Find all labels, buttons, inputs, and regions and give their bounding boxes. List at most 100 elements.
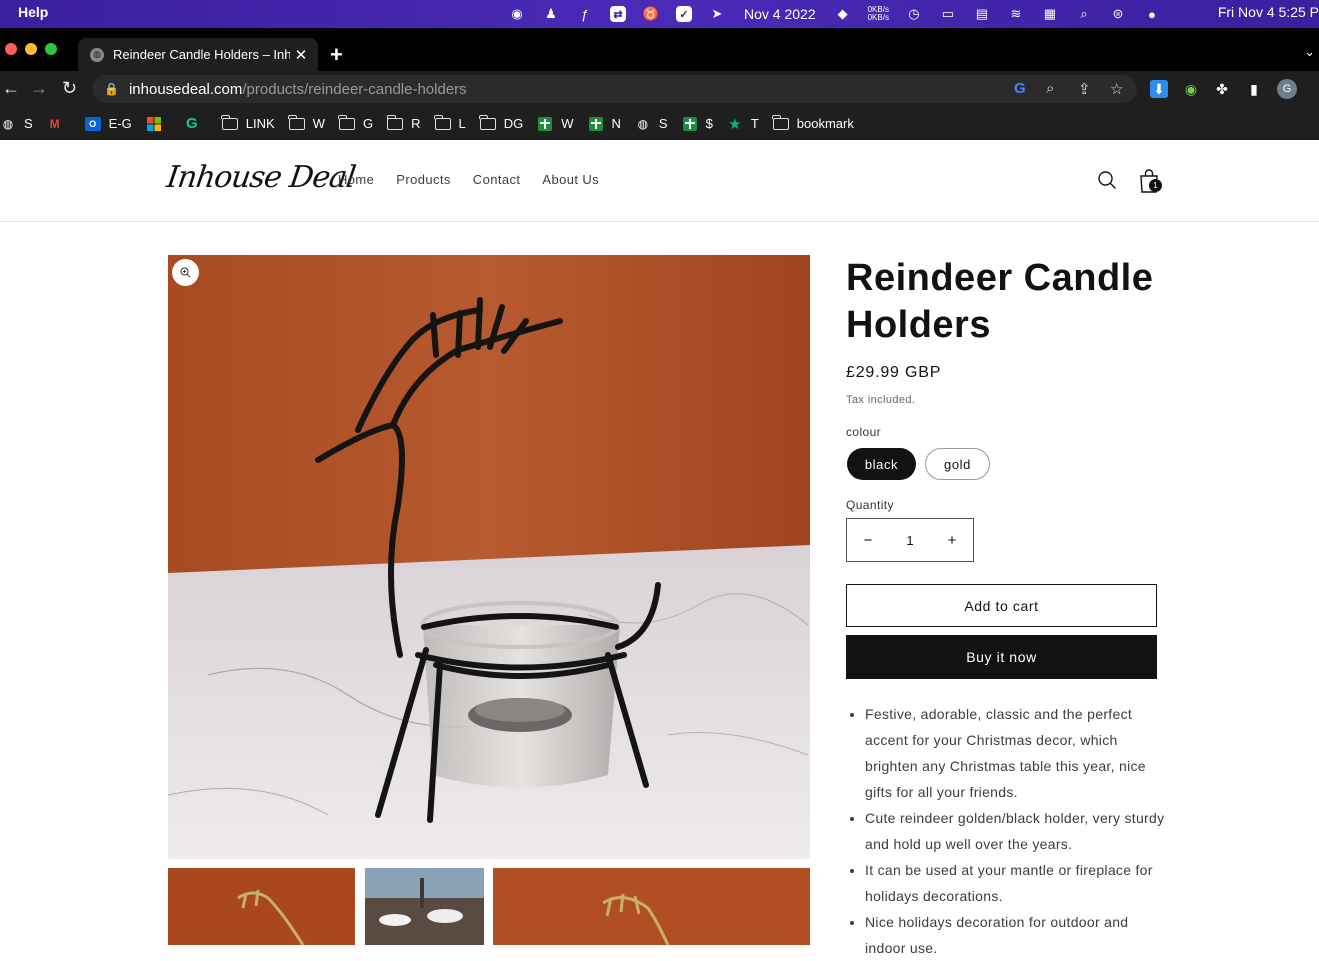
address-bar[interactable]: 🔒 inhousedeal.com/products/reindeer-cand… — [92, 75, 1137, 103]
quantity-increase-button[interactable]: + — [931, 532, 973, 549]
teamviewer-icon[interactable]: ⇄ — [610, 6, 626, 22]
bookmarks-bar: ◍ S M O E-G G LINK W G R L DG W N ◍ S $ ★ T … — [0, 107, 1319, 140]
bookmark-item[interactable]: M — [47, 117, 71, 131]
bookmark-label: G — [362, 116, 374, 131]
wifi-icon[interactable]: ≋ — [1007, 6, 1025, 22]
us-flag-icon[interactable]: ▤ — [973, 6, 991, 22]
bookmark-item[interactable] — [146, 116, 170, 131]
time-machine-icon[interactable]: ◷ — [905, 6, 923, 22]
nav-about-us[interactable]: About Us — [542, 172, 599, 187]
quantity-decrease-button[interactable]: − — [847, 532, 889, 549]
bookmark-item[interactable]: R — [386, 114, 421, 131]
gold-reindeer-thumbnail-photo — [237, 889, 305, 945]
reload-icon[interactable]: ↻ — [62, 78, 77, 99]
bookmark-label: S — [24, 116, 33, 131]
google-icon[interactable]: G — [1014, 80, 1026, 97]
share-icon[interactable]: ⇪ — [1078, 80, 1091, 98]
bookmark-item[interactable]: ★ T — [727, 116, 759, 133]
bookmark-item[interactable]: ◍ S — [0, 116, 33, 131]
bookmark-item[interactable]: W — [288, 114, 325, 131]
sheets-icon — [537, 116, 553, 131]
bookmark-item[interactable]: LINK — [221, 114, 275, 131]
description-bullet: It can be used at your mantle or firepla… — [865, 857, 1166, 909]
window-zoom-button[interactable] — [45, 43, 57, 55]
folder-icon — [288, 114, 305, 131]
zoom-icon[interactable]: ⌕ — [1046, 80, 1054, 97]
cow-icon[interactable]: ♉ — [642, 6, 660, 22]
tab-close-icon[interactable]: ✕ — [290, 46, 312, 64]
colour-option-black[interactable]: black — [847, 448, 916, 480]
window-minimize-button[interactable] — [25, 43, 37, 55]
cat-icon[interactable]: ◆ — [834, 6, 852, 22]
bookmark-item[interactable]: G — [184, 115, 208, 132]
store-logo[interactable]: Inhouse Deal — [165, 160, 358, 195]
bookmark-label: LINK — [245, 116, 275, 131]
buy-it-now-button[interactable]: Buy it now — [846, 635, 1157, 679]
arrow-circle-icon[interactable]: ➤ — [708, 6, 726, 22]
menu-help[interactable]: Help — [18, 4, 48, 20]
new-tab-button[interactable]: + — [330, 42, 343, 68]
description-bullet: Nice holidays decoration for outdoor and… — [865, 909, 1166, 961]
script-icon[interactable]: ƒ — [576, 6, 594, 22]
bookmark-item[interactable]: W — [537, 116, 574, 131]
url-path: /products/reindeer-candle-holders — [242, 80, 467, 98]
quantity-input[interactable]: 1 — [889, 533, 931, 548]
product-thumbnail[interactable] — [168, 868, 355, 945]
grammarly-icon: G — [185, 115, 198, 132]
nav-products[interactable]: Products — [396, 172, 451, 187]
globe-icon: ◍ — [2, 116, 14, 131]
bookmark-item[interactable]: O E-G — [84, 116, 132, 131]
bookmark-label: bookmark — [796, 116, 854, 131]
folder-icon — [772, 114, 789, 131]
qq-icon[interactable]: ♟ — [542, 6, 560, 22]
bookmark-label: E-G — [108, 116, 132, 131]
outlook-icon: O — [84, 116, 101, 131]
forward-arrow-icon[interactable]: → — [30, 78, 48, 99]
bookmark-item[interactable]: L — [433, 114, 466, 131]
color-extension-icon[interactable]: ◉ — [1182, 80, 1200, 98]
keyboard-icon[interactable]: ▦ — [1041, 6, 1059, 22]
tab-search-chevron-icon[interactable]: ⌄ — [1304, 44, 1315, 60]
network-speed[interactable]: 0KB/s 0KB/s — [868, 6, 889, 22]
product-thumbnail[interactable] — [365, 868, 484, 945]
globe-icon: ◍ — [637, 116, 649, 131]
spotlight-search-icon[interactable]: ⌕ — [1075, 6, 1093, 22]
bookmark-star-icon[interactable]: ☆ — [1110, 80, 1123, 98]
colour-option-gold[interactable]: gold — [925, 448, 990, 480]
quantity-label: Quantity — [846, 498, 894, 512]
battery-icon[interactable]: ▭ — [939, 6, 957, 22]
quantity-stepper: − 1 + — [846, 518, 974, 562]
extensions-puzzle-icon[interactable]: ✤ — [1213, 80, 1231, 98]
browser-tab-active[interactable]: ◍ Reindeer Candle Holders – Inhouse Deal… — [78, 38, 318, 71]
bookmark-item[interactable]: G — [338, 114, 374, 131]
menubar-date[interactable]: Nov 4 2022 — [744, 6, 816, 22]
control-center-icon[interactable]: ⊜ — [1109, 6, 1127, 22]
product-thumbnail[interactable] — [493, 868, 810, 945]
profile-avatar[interactable]: G — [1277, 79, 1297, 99]
bookmark-item[interactable]: $ — [682, 116, 713, 131]
menubar-clock[interactable]: Fri Nov 4 5:25 P — [1218, 4, 1319, 20]
side-panel-icon[interactable]: ▮ — [1245, 80, 1263, 98]
product-main-image[interactable] — [168, 255, 810, 859]
colour-option-label: colour — [846, 425, 882, 439]
bookmark-item[interactable]: DG — [479, 114, 523, 131]
bookmark-item[interactable]: bookmark — [772, 114, 854, 131]
bookmark-item[interactable]: N — [588, 116, 621, 131]
lock-icon[interactable]: 🔒 — [104, 82, 119, 96]
status-tray: ◉ ♟ ƒ ⇄ ♉ ✓ ➤ Nov 4 2022 ◆ 0KB/s 0KB/s ◷ … — [500, 0, 1169, 28]
download-extension-icon[interactable]: ⬇ — [1150, 80, 1168, 98]
wechat-icon[interactable]: ◉ — [508, 6, 526, 22]
siri-icon[interactable]: ● — [1143, 6, 1161, 22]
bookmark-item[interactable]: ◍ S — [635, 116, 668, 131]
store-header: Inhouse Deal Home Products Contact About… — [0, 140, 1319, 222]
check-icon[interactable]: ✓ — [676, 6, 692, 22]
nav-home[interactable]: Home — [338, 172, 374, 187]
folder-icon — [338, 114, 355, 131]
zoom-in-icon[interactable] — [172, 259, 199, 286]
search-icon[interactable] — [1097, 170, 1117, 190]
nav-contact[interactable]: Contact — [473, 172, 521, 187]
back-arrow-icon[interactable]: ← — [2, 78, 20, 99]
add-to-cart-button[interactable]: Add to cart — [846, 584, 1157, 627]
window-close-button[interactable] — [5, 43, 17, 55]
address-url[interactable]: inhousedeal.com/products/reindeer-candle… — [129, 81, 467, 98]
